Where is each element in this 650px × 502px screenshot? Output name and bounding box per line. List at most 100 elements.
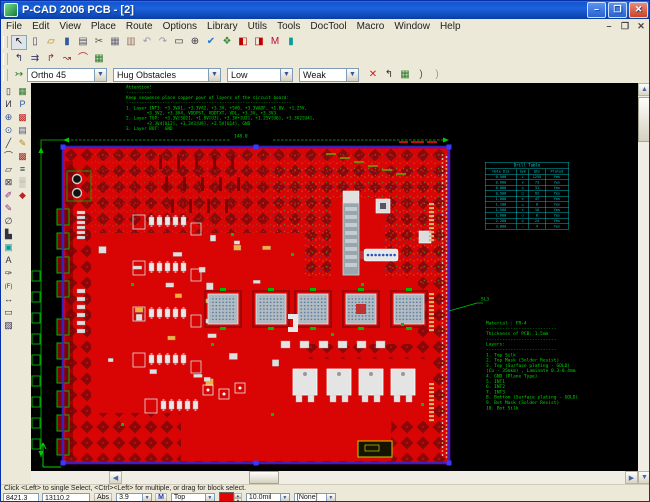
zoom-center-icon[interactable]: ⊙	[2, 124, 15, 137]
mdi-restore-button[interactable]: ❐	[619, 21, 631, 32]
chevron-down-icon[interactable]: ▼	[142, 494, 152, 501]
list-icon[interactable]: ≡	[16, 163, 29, 176]
chevron-down-icon[interactable]: ▼	[280, 68, 292, 81]
line-icon[interactable]: ╱	[2, 137, 15, 150]
open-folder-icon[interactable]: ▱	[43, 35, 59, 50]
design-canvas[interactable]: Attention! ---------- Keep sequence place …	[31, 83, 638, 471]
marker-icon[interactable]: ◆	[16, 189, 29, 202]
maximize-button[interactable]: ❐	[608, 2, 627, 18]
horizontal-scroll-thumb[interactable]	[249, 471, 279, 484]
autorouter-icon[interactable]: ▦	[91, 51, 107, 66]
new-file-icon[interactable]: ▯	[27, 35, 43, 50]
abs-rel-toggle-button[interactable]: Abs	[94, 493, 113, 501]
design-manager-icon[interactable]: ▦	[16, 85, 29, 98]
via-icon[interactable]: ▣	[2, 241, 15, 254]
route-interactive-icon[interactable]: ⇉	[27, 51, 43, 66]
chevron-down-icon[interactable]: ▼	[204, 494, 214, 501]
scroll-up-button[interactable]: ▲	[638, 83, 649, 96]
layer-color-swatch[interactable]	[218, 492, 234, 501]
undo-icon[interactable]: ↶	[139, 35, 155, 50]
record-red2-icon[interactable]: ◨	[251, 35, 267, 50]
menu-file[interactable]: File	[1, 21, 27, 32]
record-icon[interactable]: ▯	[2, 85, 15, 98]
arc-icon[interactable]: ⌒	[2, 150, 15, 163]
menu-view[interactable]: View	[54, 21, 86, 32]
macro-m-icon[interactable]: M	[267, 35, 283, 50]
title-bar[interactable]: P-CAD 2006 PCB - [2] – ❐ ✕	[1, 1, 649, 19]
cyan-tool-icon[interactable]: ▮	[283, 35, 299, 50]
chevron-down-icon[interactable]: ▼	[94, 68, 106, 81]
zoom-icon[interactable]: ⊕	[187, 35, 203, 50]
display-options-icon[interactable]: ▤	[16, 124, 29, 137]
mdi-close-button[interactable]: ✕	[635, 21, 647, 32]
line-width-select[interactable]: 10.0mil ▼	[245, 493, 290, 501]
paste-icon[interactable]: ▥	[123, 35, 139, 50]
menu-place[interactable]: Place	[86, 21, 121, 32]
obstacle-mode-select[interactable]: Hug Obstacles ▼	[113, 67, 221, 82]
redo-icon[interactable]: ↷	[155, 35, 171, 50]
menu-help[interactable]: Help	[435, 21, 466, 32]
select-tool-icon[interactable]: ↖	[11, 34, 27, 50]
shade-icon[interactable]: ▒	[16, 176, 29, 189]
arc-left-icon[interactable]: )	[413, 67, 429, 82]
edit-styles-icon[interactable]: ✎	[16, 137, 29, 150]
route-arc-icon[interactable]: ⌒	[75, 51, 91, 66]
horizontal-scrollbar[interactable]: ◀ ▶	[109, 471, 638, 484]
rect-icon[interactable]: ▭	[2, 306, 15, 319]
route-miter-icon[interactable]: ↱	[43, 51, 59, 66]
minimize-button[interactable]: –	[587, 2, 606, 18]
part-icon[interactable]: И	[2, 98, 15, 111]
cut-icon[interactable]: ✂	[91, 35, 107, 50]
grid-select[interactable]: 3.9 ▼	[116, 493, 153, 501]
copper-pour-icon[interactable]: ✐	[2, 189, 15, 202]
scroll-left-button[interactable]: ◀	[109, 471, 122, 484]
cutout-icon[interactable]: ⊠	[2, 176, 15, 189]
layer-select[interactable]: Top ▼	[170, 493, 215, 501]
menu-window[interactable]: Window	[389, 21, 435, 32]
y-coordinate-field[interactable]: 13110.2	[42, 493, 90, 501]
hatch-icon[interactable]: ▨	[2, 319, 15, 332]
menu-macro[interactable]: Macro	[352, 21, 390, 32]
mdi-minimize-button[interactable]: –	[603, 21, 615, 32]
route-start-icon[interactable]: ↣	[11, 67, 27, 82]
layer-spinner[interactable]: ▲ ▼	[233, 493, 242, 501]
menu-route[interactable]: Route	[121, 21, 158, 32]
menu-library[interactable]: Library	[202, 21, 243, 32]
arc-right-icon[interactable]: )	[429, 67, 445, 82]
close-button[interactable]: ✕	[629, 2, 648, 18]
print-icon[interactable]: ▤	[75, 35, 91, 50]
record-red-icon[interactable]: ◧	[235, 35, 251, 50]
chevron-down-icon[interactable]: ▼	[325, 494, 335, 501]
menu-utils[interactable]: Utils	[243, 21, 272, 32]
keepout-icon[interactable]: ∅	[2, 215, 15, 228]
chevron-down-icon[interactable]: ▼	[279, 494, 289, 501]
strength-select[interactable]: Weak ▼	[299, 67, 359, 82]
pick-point-icon[interactable]: ✑	[2, 267, 15, 280]
net-highlight-icon[interactable]: ▩	[16, 150, 29, 163]
scroll-down-button[interactable]: ▼	[638, 471, 649, 484]
renumber-icon[interactable]: ❖	[219, 35, 235, 50]
drc-check-icon[interactable]: ✔	[203, 35, 219, 50]
priority-select[interactable]: Low ▼	[227, 67, 293, 82]
error-marker-icon[interactable]: ▩	[16, 111, 29, 124]
part-browser-icon[interactable]: P	[16, 98, 29, 111]
cancel-route-icon[interactable]: ✕	[365, 67, 381, 82]
chevron-down-icon[interactable]: ▼	[346, 68, 358, 81]
route-bus-icon[interactable]: ↝	[59, 51, 75, 66]
dimension-icon[interactable]: ↔	[2, 293, 15, 306]
scroll-right-button[interactable]: ▶	[625, 471, 638, 484]
viewport-icon[interactable]: ▭	[171, 35, 187, 50]
plane-icon[interactable]: ✎	[2, 202, 15, 215]
text-icon[interactable]: A	[2, 254, 15, 267]
polygon-icon[interactable]: ▱	[2, 163, 15, 176]
net-select[interactable]: [None] ▼	[293, 493, 336, 501]
board-view-icon[interactable]: ▦	[397, 67, 413, 82]
menu-edit[interactable]: Edit	[27, 21, 54, 32]
vertical-scrollbar[interactable]: ▲ ▼	[638, 83, 649, 484]
field-icon[interactable]: (F)	[2, 280, 15, 293]
zoom-in-icon[interactable]: ⊕	[2, 111, 15, 124]
menu-options[interactable]: Options	[158, 21, 202, 32]
route-manual-icon[interactable]: ↰	[11, 51, 27, 66]
menu-doctool[interactable]: DocTool	[305, 21, 351, 32]
route-mode-select[interactable]: Ortho 45 ▼	[27, 67, 107, 82]
